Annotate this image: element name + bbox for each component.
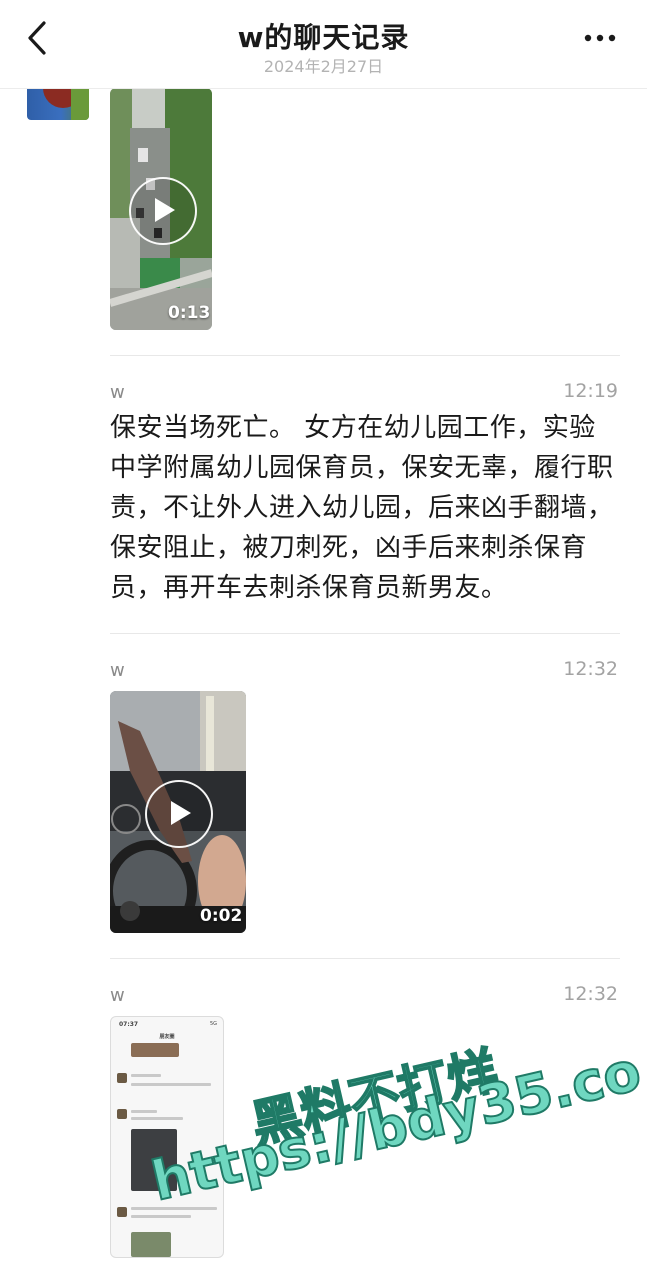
more-button[interactable] (583, 24, 617, 48)
thumb-text-line (131, 1083, 211, 1086)
play-icon[interactable] (145, 780, 213, 848)
sender-name: w (110, 660, 125, 681)
thumb-avatar (117, 1207, 127, 1217)
thumb-status-time: 07:37 (119, 1021, 139, 1028)
message-time: 12:19 (563, 380, 618, 402)
message-text: 保安当场死亡。 女方在幼儿园工作，实验中学附属幼儿园保育员，保安无辜，履行职责，… (110, 413, 614, 603)
video-message[interactable]: 0:13 (110, 88, 212, 330)
chat-record-header: w的聊天记录 2024年2月27日 (0, 0, 647, 89)
video-message[interactable]: 0:02 (110, 691, 246, 933)
page-date: 2024年2月27日 (263, 57, 384, 76)
sender-name: w (110, 382, 125, 403)
thumb-text-line (131, 1117, 183, 1120)
divider (110, 355, 620, 356)
thumb-avatar (117, 1109, 127, 1119)
thumb-text-line (131, 1074, 161, 1077)
thumb-status-icons: 5G (209, 1021, 217, 1027)
message-time: 12:32 (563, 983, 618, 1005)
thumb-avatar (117, 1073, 127, 1083)
play-icon[interactable] (129, 177, 197, 245)
thumb-text-line (131, 1215, 191, 1218)
avatar (27, 88, 89, 120)
page-title: w的聊天记录 (237, 21, 410, 54)
sender-name: w (110, 985, 125, 1006)
thumb-image (131, 1043, 179, 1057)
video-duration: 0:13 (168, 303, 211, 323)
more-dots-icon (584, 34, 616, 42)
divider (110, 958, 620, 959)
thumb-image (131, 1232, 171, 1257)
message-time: 12:32 (563, 658, 618, 680)
thumb-text-line (131, 1110, 157, 1113)
divider (110, 633, 620, 634)
thumb-title: 朋友圈 (159, 1034, 175, 1040)
video-duration: 0:02 (200, 906, 243, 926)
